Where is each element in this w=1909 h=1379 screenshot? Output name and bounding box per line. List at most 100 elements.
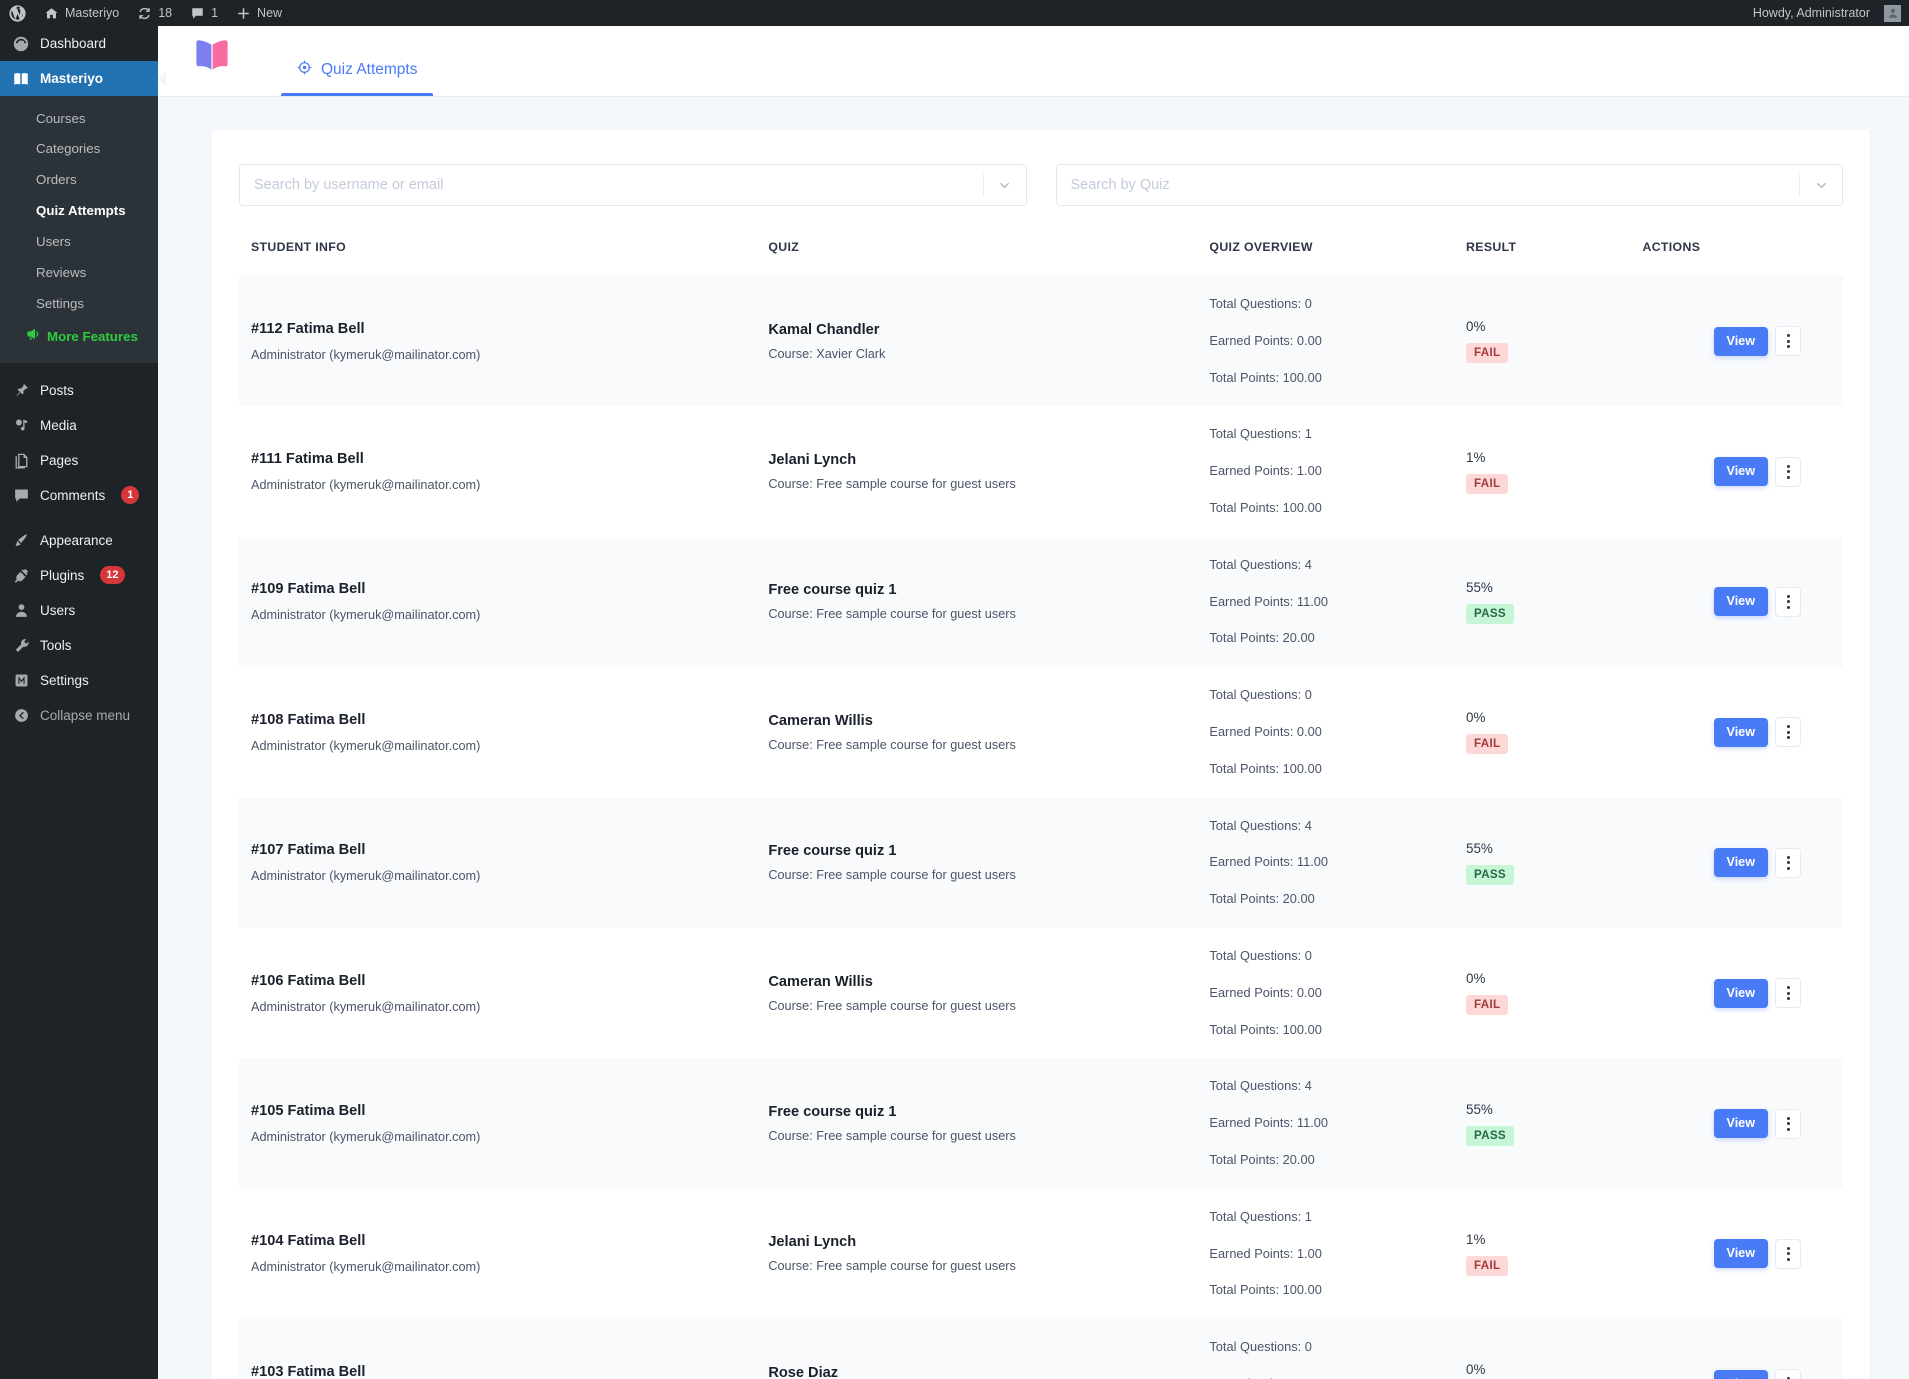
sidebar-item-media[interactable]: Media	[0, 408, 158, 443]
more-options-icon[interactable]	[1775, 586, 1801, 617]
my-account-button[interactable]: Howdy, Administrator	[1744, 0, 1901, 26]
cell-student-info: #107 Fatima Bell Administrator (kymeruk@m…	[239, 797, 769, 928]
status-badge: FAIL	[1466, 734, 1509, 755]
sidebar-item-label: Plugins	[40, 567, 85, 583]
sidebar-item-quiz-attempts[interactable]: Quiz Attempts	[0, 196, 158, 227]
table-row: #111 Fatima Bell Administrator (kymeruk@m…	[239, 406, 1843, 537]
view-button[interactable]: View	[1713, 587, 1768, 617]
view-button[interactable]: View	[1713, 457, 1768, 487]
total-questions: Total Questions: 4	[1209, 817, 1312, 833]
student-name: #111 Fatima Bell	[251, 451, 364, 468]
sidebar-item-settings[interactable]: Settings	[0, 663, 158, 698]
more-options-icon[interactable]	[1775, 1369, 1801, 1379]
view-button[interactable]: View	[1713, 326, 1768, 356]
view-button[interactable]: View	[1713, 848, 1768, 878]
result-percent: 0%	[1466, 971, 1486, 987]
student-meta: Administrator (kymeruk@mailinator.com)	[251, 869, 481, 884]
more-options-icon[interactable]	[1775, 847, 1801, 878]
settings-icon	[11, 672, 31, 689]
view-button[interactable]: View	[1713, 978, 1768, 1008]
more-options-icon[interactable]	[1775, 717, 1801, 748]
masteriyo-logo[interactable]	[193, 26, 231, 96]
updates-button[interactable]: 18	[128, 0, 181, 26]
sidebar-item-courses[interactable]: Courses	[0, 103, 158, 134]
quiz-course: Course: Free sample course for guest use…	[768, 477, 1016, 492]
earned-points: Earned Points: 1.00	[1209, 463, 1322, 479]
cell-actions: View	[1642, 797, 1843, 928]
comments-badge: 1	[121, 486, 140, 504]
quiz-course: Course: Free sample course for guest use…	[768, 1129, 1016, 1144]
cell-quiz-overview: Total Questions: 0Earned Points: 0.00Tot…	[1209, 1319, 1467, 1379]
student-search-field[interactable]	[239, 164, 1027, 206]
cell-student-info: #111 Fatima Bell Administrator (kymeruk@m…	[239, 406, 769, 537]
quiz-course: Course: Free sample course for guest use…	[768, 998, 1016, 1013]
column-header-actions: ACTIONS	[1642, 240, 1701, 254]
wp-admin-sidebar: Dashboard Masteriyo Courses Categories O…	[0, 26, 158, 1379]
search-input[interactable]	[240, 165, 983, 205]
avatar	[1884, 4, 1901, 22]
sidebar-item-comments[interactable]: Comments 1	[0, 478, 158, 513]
sidebar-item-appearance[interactable]: Appearance	[0, 523, 158, 558]
sidebar-item-label: Appearance	[40, 532, 113, 548]
quiz-search-field[interactable]	[1055, 164, 1843, 206]
more-options-icon[interactable]	[1775, 1108, 1801, 1139]
sidebar-item-users[interactable]: Users	[0, 593, 158, 628]
view-button[interactable]: View	[1713, 1109, 1768, 1139]
tab-quiz-attempts[interactable]: Quiz Attempts	[281, 60, 434, 96]
cell-actions: View	[1642, 927, 1843, 1059]
total-points: Total Points: 100.00	[1209, 369, 1322, 385]
sidebar-item-users[interactable]: Users	[0, 227, 158, 258]
sidebar-item-posts[interactable]: Posts	[0, 373, 158, 408]
sidebar-item-dashboard[interactable]: Dashboard	[0, 26, 158, 61]
comment-icon	[11, 487, 31, 504]
student-name: #109 Fatima Bell	[251, 581, 366, 598]
status-badge: PASS	[1466, 864, 1514, 885]
howdy-label: Howdy, Administrator	[1752, 6, 1870, 20]
student-name: #108 Fatima Bell	[251, 711, 366, 728]
status-badge: FAIL	[1466, 343, 1509, 364]
sidebar-item-plugins[interactable]: Plugins 12	[0, 558, 158, 593]
view-button[interactable]: View	[1713, 1369, 1768, 1379]
more-options-icon[interactable]	[1775, 326, 1801, 357]
cell-quiz-overview: Total Questions: 1 Earned Points: 1.00 Tot…	[1209, 406, 1467, 537]
status-badge: FAIL	[1466, 1255, 1509, 1276]
table-row: #105 Fatima Bell Administrator (kymeruk@m…	[239, 1058, 1843, 1189]
sidebar-item-categories[interactable]: Categories	[0, 134, 158, 165]
sidebar-item-label: Masteriyo	[40, 71, 104, 86]
earned-points: Earned Points: 11.00	[1209, 593, 1328, 609]
chevron-down-icon[interactable]	[984, 165, 1026, 205]
wordpress-logo-icon	[9, 4, 26, 22]
sidebar-item-tools[interactable]: Tools	[0, 628, 158, 663]
result-percent: 1%	[1466, 449, 1486, 465]
cell-student-info: #108 Fatima Bell Administrator (kymeruk@m…	[239, 667, 769, 798]
sidebar-item-masteriyo[interactable]: Masteriyo	[0, 61, 158, 96]
view-button[interactable]: View	[1713, 1239, 1768, 1269]
chevron-down-icon[interactable]	[1800, 165, 1842, 205]
site-name-button[interactable]: Masteriyo	[35, 0, 128, 26]
cell-student-info: #109 Fatima Bell Administrator (kymeruk@m…	[239, 536, 769, 668]
quiz-attempts-table: STUDENT INFO QUIZ QUIZ OVERVIEW RESULT A…	[239, 234, 1843, 1379]
new-content-button[interactable]: New	[227, 0, 291, 26]
comments-count: 1	[211, 6, 219, 20]
view-button[interactable]: View	[1713, 717, 1768, 747]
earned-points: Earned Points: 11.00	[1209, 1115, 1328, 1131]
comments-button[interactable]: 1	[181, 0, 227, 26]
sidebar-item-reviews[interactable]: Reviews	[0, 258, 158, 289]
search-input[interactable]	[1056, 165, 1799, 205]
cell-actions: View	[1642, 1319, 1843, 1379]
wp-logo-button[interactable]	[0, 0, 35, 26]
sidebar-item-collapse-menu[interactable]: Collapse menu	[0, 698, 158, 733]
sidebar-item-more-features[interactable]: More Features	[0, 320, 158, 354]
cell-quiz: Jelani Lynch Course: Free sample course f…	[768, 406, 1210, 537]
home-icon	[44, 6, 59, 21]
cell-quiz: Free course quiz 1 Course: Free sample co…	[768, 797, 1210, 928]
more-options-icon[interactable]	[1775, 456, 1801, 487]
quiz-name: Free course quiz 1	[768, 1104, 897, 1121]
more-options-icon[interactable]	[1775, 1238, 1801, 1269]
table-row: #107 Fatima Bell Administrator (kymeruk@m…	[239, 797, 1843, 928]
more-options-icon[interactable]	[1775, 978, 1801, 1009]
sidebar-item-settings[interactable]: Settings	[0, 289, 158, 320]
sidebar-item-orders[interactable]: Orders	[0, 165, 158, 196]
cell-student-info: #112 Fatima Bell Administrator (kymeruk@m…	[239, 276, 769, 407]
sidebar-item-pages[interactable]: Pages	[0, 443, 158, 478]
